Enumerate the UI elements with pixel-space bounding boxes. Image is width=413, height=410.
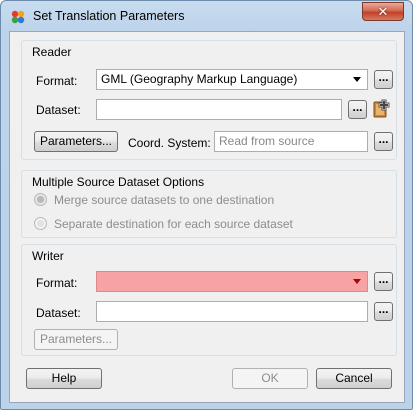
chevron-down-icon	[353, 279, 361, 284]
writer-format-browse-button[interactable]: ...	[374, 272, 393, 291]
close-button[interactable]: ✕	[362, 2, 404, 21]
fme-translation-icon	[10, 9, 26, 25]
close-icon: ✕	[377, 3, 389, 19]
writer-dataset-browse-button[interactable]: ...	[374, 302, 393, 321]
merge-option-label: Merge source datasets to one destination	[54, 193, 275, 207]
writer-format-label: Format:	[36, 276, 78, 290]
merge-radio[interactable]	[34, 193, 47, 206]
dialog-client-area: Reader Format: GML (Geography Markup Lan…	[9, 31, 405, 403]
reader-group-title: Reader	[32, 45, 72, 59]
writer-dataset-label: Dataset:	[36, 306, 81, 320]
separate-option-label: Separate destination for each source dat…	[54, 217, 293, 231]
separate-radio[interactable]	[34, 217, 47, 230]
reader-parameters-button[interactable]: Parameters...	[34, 131, 118, 152]
reader-dataset-label: Dataset:	[36, 103, 81, 117]
multi-source-group-title: Multiple Source Dataset Options	[32, 175, 205, 189]
reader-dataset-browse-button[interactable]: ...	[348, 100, 367, 119]
reader-format-label: Format:	[36, 74, 78, 88]
ok-button[interactable]: OK	[232, 368, 308, 389]
coord-system-input[interactable]: Read from source	[214, 131, 368, 152]
reader-dataset-input[interactable]	[96, 99, 342, 120]
coord-system-label: Coord. System:	[128, 136, 211, 150]
coord-system-browse-button[interactable]: ...	[374, 132, 393, 151]
add-dataset-icon[interactable]	[372, 99, 392, 119]
reader-format-browse-button[interactable]: ...	[374, 70, 393, 89]
window-title: Set Translation Parameters	[33, 9, 185, 23]
chevron-down-icon	[353, 77, 361, 82]
writer-parameters-button[interactable]: Parameters...	[34, 329, 118, 350]
writer-dataset-input[interactable]	[96, 301, 368, 322]
writer-group-title: Writer	[32, 249, 64, 263]
reader-group: Reader Format: GML (Geography Markup Lan…	[21, 40, 397, 160]
reader-format-select[interactable]: GML (Geography Markup Language)	[96, 69, 368, 90]
multi-source-group: Multiple Source Dataset Options Merge so…	[21, 170, 397, 238]
writer-group: Writer Format: ... Dataset: ... Paramete…	[21, 244, 397, 356]
reader-format-value: GML (Geography Markup Language)	[101, 72, 298, 86]
cancel-button[interactable]: Cancel	[316, 368, 392, 389]
title-bar[interactable]: Set Translation Parameters ✕	[1, 1, 412, 31]
help-button[interactable]: Help	[26, 368, 102, 389]
writer-format-select[interactable]	[96, 271, 368, 292]
dialog-window: Set Translation Parameters ✕ Reader Form…	[0, 0, 413, 410]
